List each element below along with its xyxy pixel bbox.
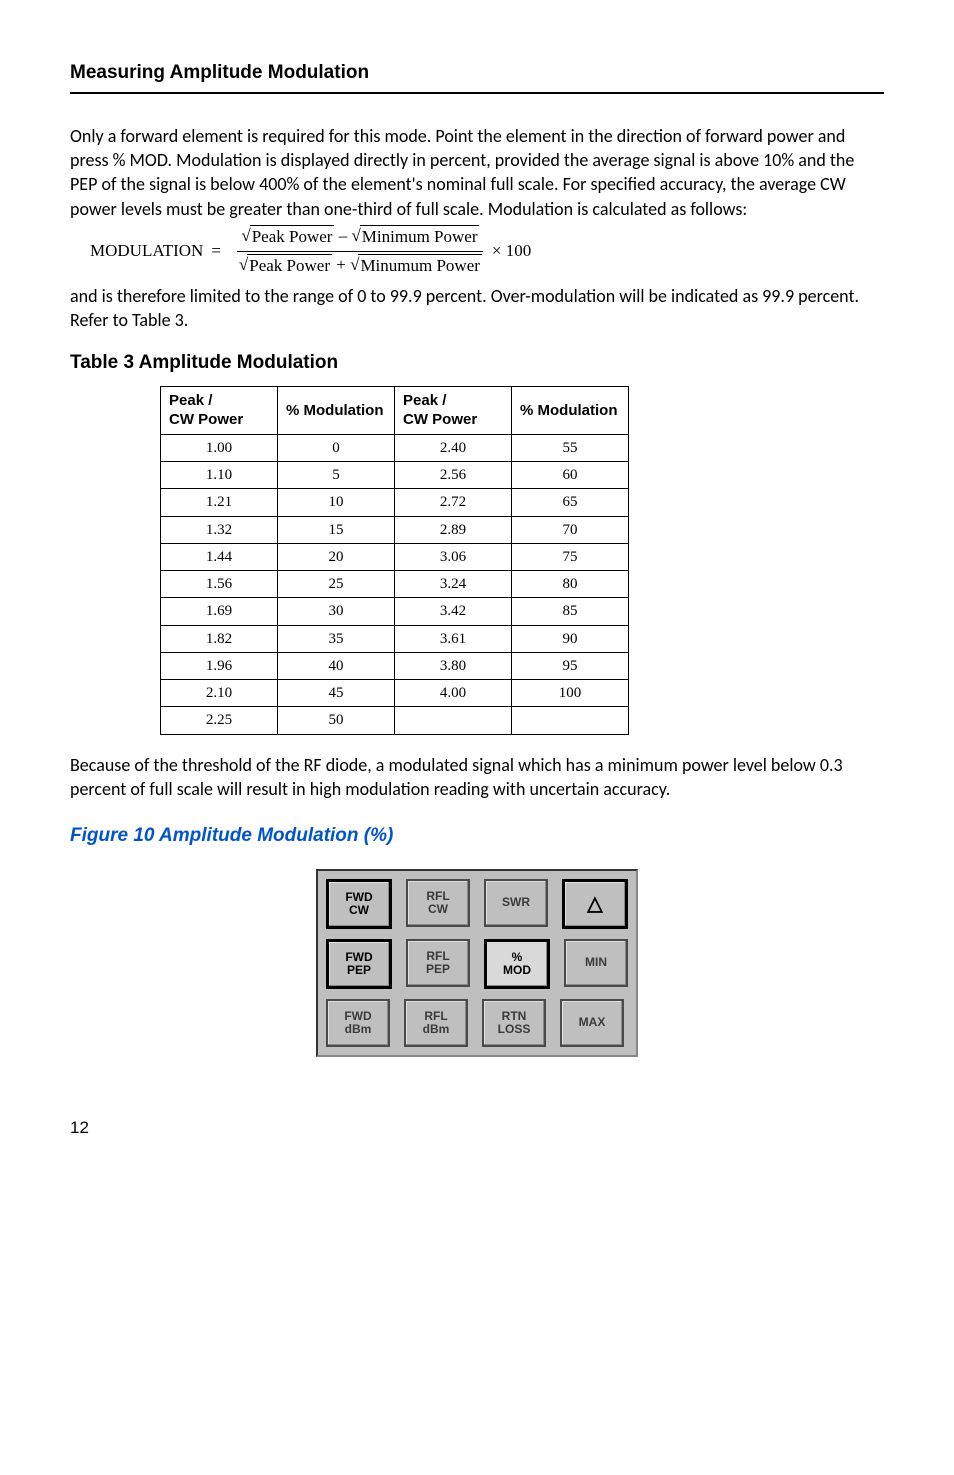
paragraph-3: Because of the threshold of the RF diode…: [70, 753, 884, 802]
table-cell: 1.69: [161, 598, 278, 625]
table-cell: 95: [512, 652, 629, 679]
table-cell: 2.72: [395, 489, 512, 516]
swr-button[interactable]: SWR: [484, 879, 548, 927]
table-cell: [512, 707, 629, 734]
table-header: Peak /CW Power: [395, 386, 512, 434]
table-row: 2.2550: [161, 707, 629, 734]
table-cell: 90: [512, 625, 629, 652]
rfl-pep-button[interactable]: RFLPEP: [406, 939, 470, 987]
rfl-cw-button[interactable]: RFLCW: [406, 879, 470, 927]
table-row: 1.0002.4055: [161, 434, 629, 461]
table-cell: 3.61: [395, 625, 512, 652]
table-cell: 1.32: [161, 516, 278, 543]
sqrt-peak-num: Peak Power: [241, 225, 334, 249]
amplitude-modulation-table: Peak /CW Power% ModulationPeak /CW Power…: [160, 386, 629, 735]
rfl-dbm-button[interactable]: RFLdBm: [404, 999, 468, 1047]
keypad-row: FWDCW RFLCW SWR △: [326, 879, 628, 929]
table-label: Table 3 Amplitude Modulation: [70, 350, 884, 376]
table-cell: 3.80: [395, 652, 512, 679]
table-cell: 3.24: [395, 571, 512, 598]
triangle-button[interactable]: △: [562, 879, 628, 929]
table-row: 2.10454.00100: [161, 680, 629, 707]
table-row: 1.1052.5660: [161, 462, 629, 489]
table-header: % Modulation: [512, 386, 629, 434]
fwd-dbm-button[interactable]: FWDdBm: [326, 999, 390, 1047]
table-cell: [395, 707, 512, 734]
table-cell: 2.10: [161, 680, 278, 707]
table-cell: 1.44: [161, 543, 278, 570]
sqrt-min-num: Minimum Power: [351, 225, 479, 249]
table-cell: 2.25: [161, 707, 278, 734]
table-cell: 75: [512, 543, 629, 570]
table-header: Peak /CW Power: [161, 386, 278, 434]
table-cell: 30: [278, 598, 395, 625]
paragraph-2: and is therefore limited to the range of…: [70, 284, 884, 333]
table-cell: 85: [512, 598, 629, 625]
table-cell: 10: [278, 489, 395, 516]
plus-sign: +: [336, 255, 350, 274]
table-cell: 45: [278, 680, 395, 707]
table-cell: 70: [512, 516, 629, 543]
section-title: Measuring Amplitude Modulation: [70, 60, 884, 94]
table-cell: 2.89: [395, 516, 512, 543]
equals-sign: =: [211, 240, 221, 263]
table-cell: 1.21: [161, 489, 278, 516]
table-cell: 15: [278, 516, 395, 543]
table-cell: 1.56: [161, 571, 278, 598]
table-cell: 20: [278, 543, 395, 570]
paragraph-1: Only a forward element is required for t…: [70, 124, 884, 221]
table-cell: 1.96: [161, 652, 278, 679]
table-cell: 2.40: [395, 434, 512, 461]
table-cell: 35: [278, 625, 395, 652]
fwd-pep-button[interactable]: FWDPEP: [326, 939, 392, 989]
table-row: 1.69303.4285: [161, 598, 629, 625]
fraction: Peak Power – Minimum Power Peak Power + …: [235, 225, 486, 278]
fwd-cw-button[interactable]: FWDCW: [326, 879, 392, 929]
sqrt-peak-den: Peak Power: [239, 254, 332, 278]
keypad-row: FWDdBm RFLdBm RTNLOSS MAX: [326, 999, 628, 1047]
min-button[interactable]: MIN: [564, 939, 628, 987]
table-cell: 4.00: [395, 680, 512, 707]
formula-lhs: MODULATION: [90, 240, 203, 263]
table-cell: 5: [278, 462, 395, 489]
table-row: 1.96403.8095: [161, 652, 629, 679]
table-header: % Modulation: [278, 386, 395, 434]
formula-tail: × 100: [492, 240, 531, 263]
keypad-panel: FWDCW RFLCW SWR △ FWDPEP RFLPEP %MOD MIN FWDdBm R…: [316, 869, 638, 1057]
table-cell: 1.10: [161, 462, 278, 489]
table-row: 1.44203.0675: [161, 543, 629, 570]
table-cell: 50: [278, 707, 395, 734]
modulation-formula: MODULATION = Peak Power – Minimum Power …: [90, 225, 884, 278]
pct-mod-button[interactable]: %MOD: [484, 939, 550, 989]
table-cell: 2.56: [395, 462, 512, 489]
minus-sign: –: [339, 226, 352, 245]
table-cell: 1.82: [161, 625, 278, 652]
table-row: 1.32152.8970: [161, 516, 629, 543]
table-row: 1.56253.2480: [161, 571, 629, 598]
denominator: Peak Power + Minumum Power: [235, 252, 486, 278]
table-cell: 100: [512, 680, 629, 707]
table-cell: 3.42: [395, 598, 512, 625]
table-cell: 80: [512, 571, 629, 598]
table-cell: 40: [278, 652, 395, 679]
max-button[interactable]: MAX: [560, 999, 624, 1047]
table-cell: 60: [512, 462, 629, 489]
table-cell: 65: [512, 489, 629, 516]
table-cell: 3.06: [395, 543, 512, 570]
table-row: 1.82353.6190: [161, 625, 629, 652]
rtn-loss-button[interactable]: RTNLOSS: [482, 999, 546, 1047]
figure-label: Figure 10 Amplitude Modulation (%): [70, 823, 884, 849]
keypad-row: FWDPEP RFLPEP %MOD MIN: [326, 939, 628, 989]
table-cell: 25: [278, 571, 395, 598]
table-cell: 1.00: [161, 434, 278, 461]
table-row: 1.21102.7265: [161, 489, 629, 516]
table-cell: 55: [512, 434, 629, 461]
numerator: Peak Power – Minimum Power: [237, 225, 483, 252]
page-number: 12: [70, 1117, 884, 1140]
sqrt-min-den: Minumum Power: [350, 254, 482, 278]
table-cell: 0: [278, 434, 395, 461]
